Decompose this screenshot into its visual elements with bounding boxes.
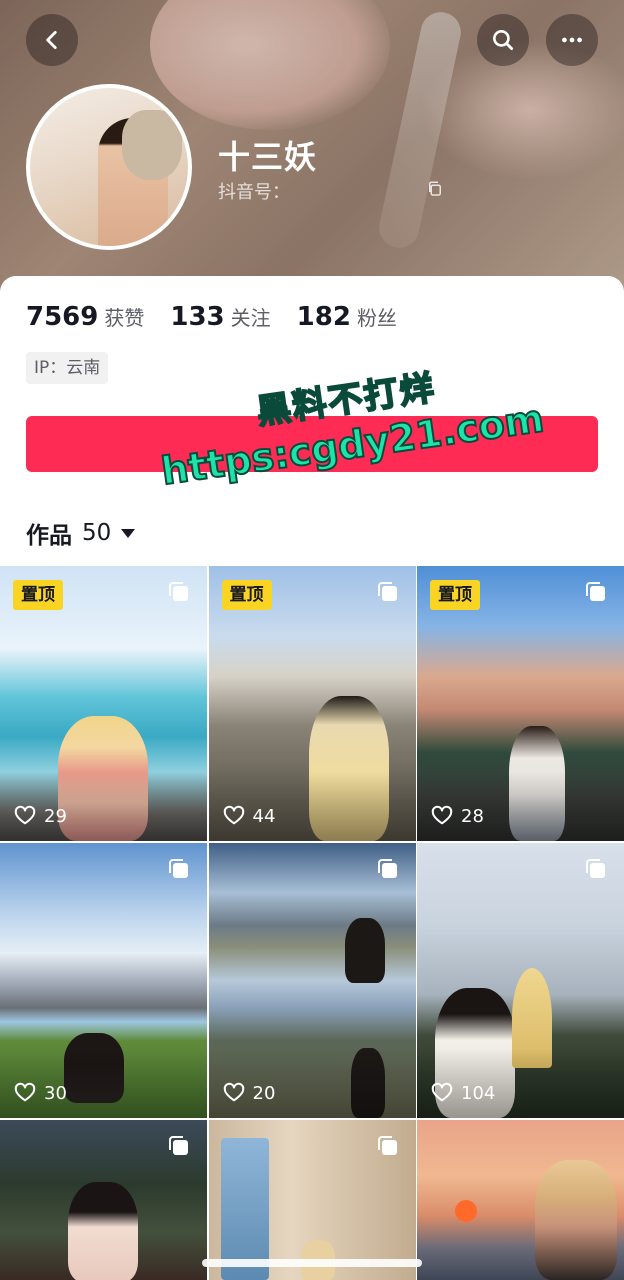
video-tile[interactable]: 104 (417, 843, 624, 1118)
profile-name: 十三妖 (218, 138, 318, 176)
photo-subject (535, 1160, 617, 1280)
like-count-value: 28 (461, 805, 484, 827)
stat-following-value: 133 (170, 302, 225, 332)
heart-icon (223, 1082, 244, 1102)
video-tile[interactable]: 置顶 28 (417, 566, 624, 841)
heart-icon (431, 805, 453, 825)
multi-image-icon (169, 859, 188, 878)
video-tile[interactable]: 置顶 44 (208, 566, 416, 841)
ip-location-tag: IP：云南 (26, 352, 109, 384)
douyin-id-label: 抖音号： (218, 182, 290, 203)
heart-icon (14, 1082, 36, 1102)
stat-followers[interactable]: 182 粉丝 (297, 302, 397, 332)
like-count-value: 104 (461, 1082, 496, 1104)
multi-image-icon (169, 582, 188, 601)
avatar-plush-toy (122, 110, 182, 180)
heart-icon (431, 1082, 453, 1102)
works-label: 作品 (26, 523, 72, 549)
photo-subject (344, 918, 385, 983)
stat-likes[interactable]: 7569 获赞 (26, 302, 144, 332)
like-count: 29 (14, 805, 67, 827)
stat-followers-label: 粉丝 (356, 306, 397, 330)
works-count: 50 (82, 520, 112, 546)
like-count: 28 (431, 805, 484, 827)
stat-following[interactable]: 133 关注 (170, 302, 270, 332)
stat-likes-value: 7569 (26, 302, 99, 332)
video-tile[interactable] (0, 1120, 207, 1280)
like-count-value: 20 (252, 1082, 276, 1104)
video-tile[interactable] (208, 1120, 416, 1280)
search-button[interactable] (477, 14, 529, 66)
works-tab[interactable]: 作品 50 (26, 516, 136, 550)
stat-followers-value: 182 (296, 302, 351, 332)
avatar[interactable] (26, 84, 192, 250)
back-arrow-icon (46, 31, 57, 49)
like-count: 44 (223, 805, 276, 827)
multi-image-icon (377, 1136, 397, 1155)
douyin-id: 抖音号： (218, 178, 441, 204)
multi-image-icon (586, 859, 605, 878)
profile-header: 十三妖 抖音号： (0, 0, 624, 300)
video-tile[interactable]: 置顶 29 (0, 566, 207, 841)
works-grid: 置顶 29 置顶 44 置顶 28 30 20 104 (0, 566, 624, 1280)
video-tile[interactable]: 30 (0, 843, 207, 1118)
like-count-value: 29 (44, 805, 67, 827)
copy-icon[interactable] (426, 180, 444, 198)
caret-down-icon (121, 528, 136, 538)
more-button[interactable] (546, 14, 598, 66)
like-count-value: 30 (44, 1082, 67, 1104)
like-count: 20 (223, 1082, 276, 1104)
like-count: 104 (431, 1082, 495, 1104)
multi-image-icon (377, 582, 397, 601)
video-tile[interactable] (417, 1120, 624, 1280)
heart-icon (14, 805, 36, 825)
pinned-badge: 置顶 (221, 580, 272, 610)
photo-subject (68, 1182, 138, 1280)
multi-image-icon (586, 582, 605, 601)
like-count: 30 (14, 1082, 67, 1104)
stat-likes-label: 获赞 (104, 306, 145, 330)
home-indicator[interactable] (202, 1259, 422, 1267)
back-button[interactable] (26, 14, 78, 66)
pinned-badge: 置顶 (430, 580, 480, 610)
multi-image-icon (169, 1136, 188, 1155)
multi-image-icon (377, 859, 397, 878)
watermark-overlay: 黑料不打烊 https:cgdy21.com (144, 345, 555, 510)
heart-icon (223, 805, 244, 825)
search-icon (493, 30, 514, 51)
stats-row: 7569 获赞 133 关注 182 粉丝 (26, 302, 423, 332)
video-tile[interactable]: 20 (208, 843, 416, 1118)
more-icon (562, 37, 582, 43)
stat-following-label: 关注 (230, 306, 271, 330)
like-count-value: 44 (252, 805, 276, 827)
pinned-badge: 置顶 (13, 580, 63, 610)
photo-sun (455, 1200, 477, 1222)
